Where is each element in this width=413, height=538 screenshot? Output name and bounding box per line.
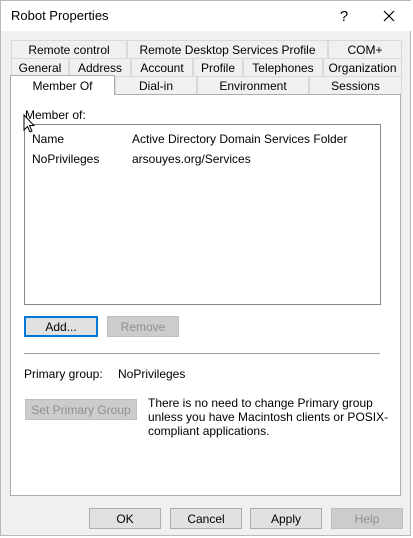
- tab-sessions[interactable]: Sessions: [309, 76, 402, 94]
- primary-group-explanation: There is no need to change Primary group…: [148, 396, 389, 438]
- tab-address[interactable]: Address: [69, 58, 131, 76]
- primary-group-label: Primary group:: [24, 367, 103, 381]
- close-icon: [383, 10, 395, 22]
- ok-button[interactable]: OK: [89, 508, 161, 529]
- add-button[interactable]: Add...: [24, 316, 98, 337]
- cancel-button[interactable]: Cancel: [170, 508, 242, 529]
- group-name: NoPrivileges: [32, 152, 100, 166]
- primary-group-value: NoPrivileges: [118, 367, 186, 381]
- mouse-pointer-icon: [23, 114, 35, 133]
- help-footer-button[interactable]: Help: [331, 508, 403, 529]
- window-title: Robot Properties: [11, 8, 109, 23]
- question-icon: ?: [339, 7, 349, 25]
- tab-strip: Remote control Remote Desktop Services P…: [1, 31, 412, 101]
- tab-member-of[interactable]: Member Of: [10, 75, 115, 95]
- tab-remote-control[interactable]: Remote control: [11, 40, 127, 58]
- member-of-list[interactable]: Name Active Directory Domain Services Fo…: [24, 124, 381, 305]
- divider: [24, 353, 380, 354]
- list-item[interactable]: NoPrivileges arsouyes.org/Services: [26, 149, 379, 167]
- apply-button[interactable]: Apply: [250, 508, 322, 529]
- properties-dialog: Robot Properties ? Remote control Remote…: [0, 0, 412, 536]
- set-primary-group-button[interactable]: Set Primary Group: [25, 399, 137, 420]
- column-header-folder[interactable]: Active Directory Domain Services Folder: [132, 132, 347, 146]
- tab-telephones[interactable]: Telephones: [243, 58, 323, 76]
- group-folder: arsouyes.org/Services: [132, 152, 251, 166]
- tab-dial-in[interactable]: Dial-in: [115, 76, 197, 94]
- title-bar: Robot Properties ?: [1, 1, 412, 31]
- remove-button[interactable]: Remove: [107, 316, 179, 337]
- tab-com-plus[interactable]: COM+: [328, 40, 402, 58]
- tab-remote-desktop-services-profile[interactable]: Remote Desktop Services Profile: [127, 40, 328, 58]
- tab-account[interactable]: Account: [131, 58, 193, 76]
- help-button[interactable]: ?: [321, 1, 367, 31]
- close-button[interactable]: [366, 1, 412, 31]
- column-header-name[interactable]: Name: [32, 132, 64, 146]
- tab-profile[interactable]: Profile: [193, 58, 243, 76]
- tab-organization[interactable]: Organization: [323, 58, 402, 76]
- tab-general[interactable]: General: [11, 58, 69, 76]
- tab-environment[interactable]: Environment: [197, 76, 309, 94]
